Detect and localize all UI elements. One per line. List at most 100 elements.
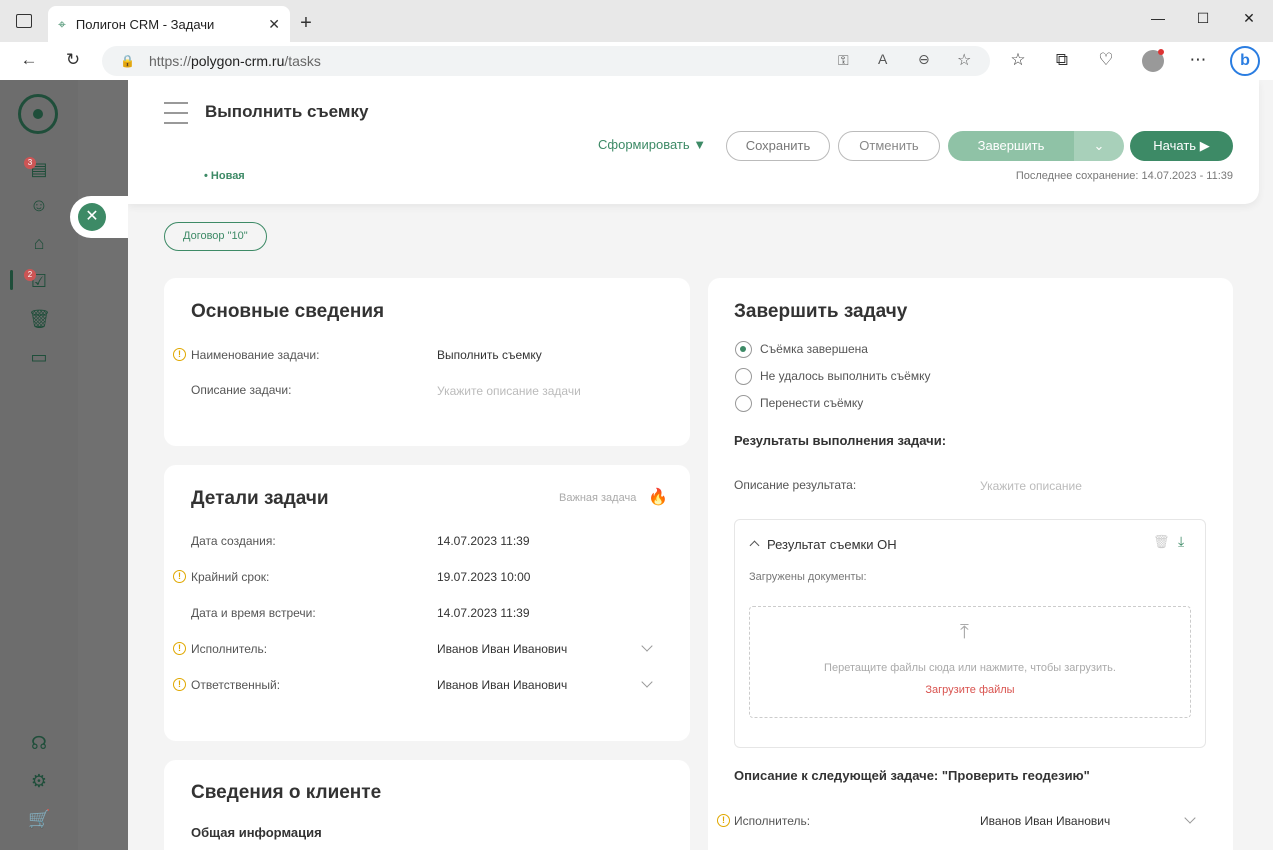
browser-essentials-icon[interactable]: ♡: [1094, 50, 1118, 70]
required-warning-icon: !: [173, 570, 186, 583]
task-name-field[interactable]: Выполнить съемку: [437, 348, 542, 362]
created-label: Дата создания:: [191, 534, 276, 548]
logo-icon[interactable]: [18, 94, 58, 134]
results-heading: Результаты выполнения задачи:: [734, 433, 947, 448]
next-task-heading: Описание к следующей задаче: "Проверить …: [734, 768, 1090, 783]
radio-shoot-failed-label: Не удалось выполнить съёмку: [760, 369, 931, 383]
status-badge: • Новая: [204, 170, 245, 182]
read-aloud-icon[interactable]: A: [878, 51, 887, 67]
inbox-icon[interactable]: ▭: [28, 346, 50, 368]
task-header: Выполнить съемку Сформировать ▼ Сохранит…: [128, 80, 1259, 204]
important-task-toggle[interactable]: Важная задача: [559, 492, 636, 504]
page-title: Выполнить съемку: [205, 102, 369, 121]
close-icon: ✕: [78, 203, 106, 231]
tasks-badge: 2: [24, 269, 36, 281]
favorite-star-icon[interactable]: ☆: [957, 50, 971, 70]
caret-down-icon: ▼: [693, 137, 707, 152]
task-details-title: Детали задачи: [191, 488, 329, 509]
uploaded-docs-label: Загружены документы:: [749, 571, 867, 583]
upload-icon: ⤒: [960, 621, 969, 643]
radio-reschedule[interactable]: [735, 395, 752, 412]
favorites-icon[interactable]: ☆: [1006, 50, 1030, 70]
address-bar[interactable]: 🔒 https:// polygon-crm.ru /tasks ⚿ A ⊖ ☆: [102, 46, 990, 76]
chevron-down-icon[interactable]: [641, 676, 653, 688]
complete-task-title: Завершить задачу: [734, 301, 908, 322]
close-panel-button[interactable]: ✕: [70, 196, 132, 238]
key-icon[interactable]: ⚿: [838, 52, 849, 69]
last-save-text: Последнее сохранение: 14.07.2023 - 11:39: [1015, 170, 1233, 182]
next-executor-label: Исполнитель:: [734, 814, 811, 828]
generate-label: Сформировать: [598, 137, 690, 152]
result-desc-label: Описание результата:: [734, 478, 857, 492]
task-details-card: Детали задачи Важная задача 🔥 Дата созда…: [164, 465, 690, 741]
radio-reschedule-label: Перенести съёмку: [760, 396, 864, 410]
bing-copilot-icon[interactable]: b: [1230, 46, 1260, 76]
meeting-field[interactable]: 14.07.2023 11:39: [437, 606, 530, 620]
executor-select[interactable]: Иванов Иван Иванович: [437, 642, 567, 656]
upload-files-link[interactable]: Загрузите файлы: [750, 684, 1190, 696]
contract-tag-button[interactable]: Договор "10": [164, 222, 267, 251]
address-toolbar: ← ↻ 🔒 https:// polygon-crm.ru /tasks ⚿ A…: [0, 42, 1273, 80]
new-tab-button[interactable]: +: [296, 12, 316, 35]
drop-hint-text: Перетащите файлы сюда или нажмите, чтобы…: [824, 662, 1116, 674]
close-tab-icon[interactable]: ✕: [268, 16, 280, 33]
result-block-title[interactable]: Результат съемки ОН: [767, 537, 897, 552]
finish-button[interactable]: Завершить: [948, 131, 1074, 161]
trash-icon[interactable]: 🗑: [28, 308, 51, 330]
maximize-button[interactable]: ☐: [1183, 10, 1223, 27]
close-window-button[interactable]: ✕: [1229, 10, 1269, 27]
contacts-icon[interactable]: ☺: [28, 194, 50, 216]
home-icon[interactable]: ⌂: [28, 232, 50, 254]
chevron-down-icon[interactable]: [641, 640, 653, 652]
task-desc-label: Описание задачи:: [191, 383, 292, 397]
more-menu-icon[interactable]: ⋯: [1186, 50, 1210, 70]
save-button[interactable]: Сохранить: [726, 131, 830, 161]
chevron-up-icon[interactable]: [749, 540, 760, 551]
generate-dropdown-button[interactable]: Сформировать ▼: [598, 131, 720, 161]
cancel-button[interactable]: Отменить: [838, 131, 940, 161]
result-block: Результат съемки ОН 🗑 ⤓ Загружены докуме…: [734, 519, 1206, 748]
settings-gear-icon[interactable]: ⚙: [28, 770, 50, 792]
minimize-button[interactable]: —: [1138, 10, 1178, 26]
finish-dropdown-button[interactable]: ⌄: [1074, 131, 1124, 161]
chevron-down-icon[interactable]: [1184, 812, 1196, 824]
browser-tab[interactable]: ⌖ Полигон CRM - Задачи ✕: [48, 6, 290, 42]
back-icon[interactable]: ←: [17, 50, 41, 70]
chevron-down-icon: ⌄: [1093, 138, 1105, 153]
responsible-label: Ответственный:: [191, 678, 281, 692]
responsible-select[interactable]: Иванов Иван Иванович: [437, 678, 567, 692]
deadline-field[interactable]: 19.07.2023 10:00: [437, 570, 530, 584]
crm-app: ▤ 3 ☺ ⌂ ☑ 2 🗑 ▭ ☊ ⚙ 🛒 ✕ Выполнить съемку…: [0, 80, 1273, 850]
support-headset-icon[interactable]: ☊: [28, 732, 50, 754]
lock-icon: 🔒: [120, 54, 135, 68]
url-scheme: https://: [148, 53, 191, 69]
radio-shoot-done[interactable]: [735, 341, 752, 358]
tab-bar: ⌖ Полигон CRM - Задачи ✕ + — ☐ ✕: [0, 0, 1273, 42]
start-button[interactable]: Начать ▶: [1130, 131, 1233, 161]
tab-actions-icon[interactable]: [16, 14, 32, 28]
download-icon[interactable]: ⤓: [1178, 533, 1184, 550]
active-indicator: [10, 270, 13, 290]
fire-icon[interactable]: 🔥: [648, 487, 668, 507]
notification-dot: [1158, 49, 1164, 55]
url-path: /tasks: [284, 53, 321, 69]
task-panel: Выполнить съемку Сформировать ▼ Сохранит…: [128, 80, 1273, 850]
collections-icon[interactable]: ⧉: [1050, 50, 1074, 70]
zoom-out-icon[interactable]: ⊖: [918, 51, 930, 68]
result-desc-field[interactable]: Укажите описание: [980, 479, 1082, 493]
radio-shoot-failed[interactable]: [735, 368, 752, 385]
created-value: 14.07.2023 11:39: [437, 534, 530, 548]
refresh-icon[interactable]: ↻: [61, 50, 85, 70]
file-dropzone[interactable]: ⤒ Перетащите файлы сюда или нажмите, что…: [749, 606, 1191, 718]
deadline-label: Крайний срок:: [191, 570, 270, 584]
start-label: Начать: [1153, 138, 1197, 153]
next-executor-select[interactable]: Иванов Иван Иванович: [980, 814, 1110, 828]
task-desc-field[interactable]: Укажите описание задачи: [437, 384, 581, 398]
menu-icon[interactable]: [164, 102, 188, 124]
required-warning-icon: !: [173, 642, 186, 655]
client-info-title: Сведения о клиенте: [191, 782, 382, 803]
delete-trash-icon[interactable]: 🗑: [1153, 534, 1170, 550]
tab-title: Полигон CRM - Задачи: [75, 16, 215, 32]
cart-icon[interactable]: 🛒: [28, 808, 50, 830]
required-warning-icon: !: [173, 348, 186, 361]
